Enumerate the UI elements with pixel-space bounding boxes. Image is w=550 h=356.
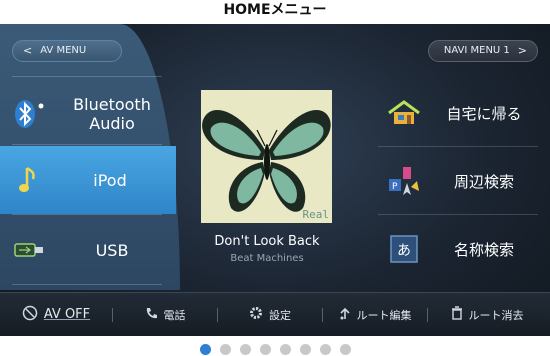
page-dot[interactable] xyxy=(199,344,211,355)
nav-label: 名称検索 xyxy=(453,240,514,259)
page-title: HOMEメニュー xyxy=(223,2,327,18)
song-title: Don't Look Back xyxy=(214,234,320,249)
settings-label: 設定 xyxy=(269,308,291,322)
trash-icon xyxy=(451,306,463,323)
nav-go-home[interactable]: 自宅に帰る xyxy=(378,80,538,146)
divider xyxy=(12,214,162,215)
name-search-icon: あ xyxy=(378,235,430,263)
route-delete-button[interactable]: ルート消去 xyxy=(428,293,546,337)
source-bluetooth-audio[interactable]: Bluetooth Audio xyxy=(0,80,180,148)
divider xyxy=(378,214,538,215)
route-edit-label: ルート編集 xyxy=(356,308,412,322)
phone-icon xyxy=(145,307,158,323)
source-label: USB xyxy=(95,240,129,260)
page-dot[interactable] xyxy=(319,344,331,355)
page-dot[interactable] xyxy=(239,344,251,355)
divider xyxy=(12,76,162,77)
album-text: Real xyxy=(302,208,330,221)
page-dot[interactable] xyxy=(219,344,231,355)
head-unit-screen: < AV MENU NAVI MENU 1 > Bluetooth Audio … xyxy=(0,24,550,336)
artist-name: Beat Machines xyxy=(230,253,304,264)
route-edit-icon xyxy=(339,306,351,323)
source-label: Bluetooth Audio xyxy=(73,95,151,133)
bluetooth-icon xyxy=(0,99,58,129)
name-search-icon-text: あ xyxy=(397,243,411,259)
bottom-bar: AV OFF 電話 設定 ルート編集 ルート消去 xyxy=(0,292,550,336)
phone-button[interactable]: 電話 xyxy=(113,293,217,337)
av-off-label: AV OFF xyxy=(43,307,91,322)
page-dot[interactable] xyxy=(339,344,351,355)
source-ipod[interactable]: iPod xyxy=(0,146,176,214)
route-delete-label: ルート消去 xyxy=(468,308,524,322)
divider xyxy=(378,146,538,147)
av-menu-button[interactable]: < AV MENU xyxy=(12,40,122,62)
butterfly-image xyxy=(201,90,332,223)
route-edit-button[interactable]: ルート編集 xyxy=(323,293,427,337)
poi-search-icon: P xyxy=(378,165,430,197)
chevron-left-icon: < xyxy=(23,44,33,57)
home-icon xyxy=(378,100,430,126)
page-dot[interactable] xyxy=(259,344,271,355)
divider xyxy=(12,284,162,285)
album-art: Real xyxy=(201,90,332,223)
nav-nearby-search[interactable]: P 周辺検索 xyxy=(378,148,538,214)
source-usb[interactable]: USB xyxy=(0,216,180,284)
av-off-button[interactable]: AV OFF xyxy=(0,293,112,337)
usb-icon xyxy=(0,242,58,258)
nav-name-search[interactable]: あ 名称検索 xyxy=(378,216,538,282)
nav-label: 自宅に帰る xyxy=(446,104,522,123)
divider xyxy=(12,144,162,145)
nav-label: 周辺検索 xyxy=(453,172,514,191)
settings-button[interactable]: 設定 xyxy=(218,293,322,337)
page-dot[interactable] xyxy=(279,344,291,355)
source-label: iPod xyxy=(93,170,127,190)
phone-label: 電話 xyxy=(163,308,186,322)
music-note-icon xyxy=(0,165,58,195)
svg-text:P: P xyxy=(392,182,398,192)
av-menu-label: AV MENU xyxy=(40,45,87,56)
power-off-icon xyxy=(22,305,38,324)
chevron-right-icon: > xyxy=(517,44,527,57)
navi-menu-label: NAVI MENU 1 xyxy=(443,45,510,56)
page-indicator xyxy=(0,344,550,356)
page-dot[interactable] xyxy=(299,344,311,355)
navi-menu-button[interactable]: NAVI MENU 1 > xyxy=(428,40,538,62)
gear-icon xyxy=(249,306,263,323)
